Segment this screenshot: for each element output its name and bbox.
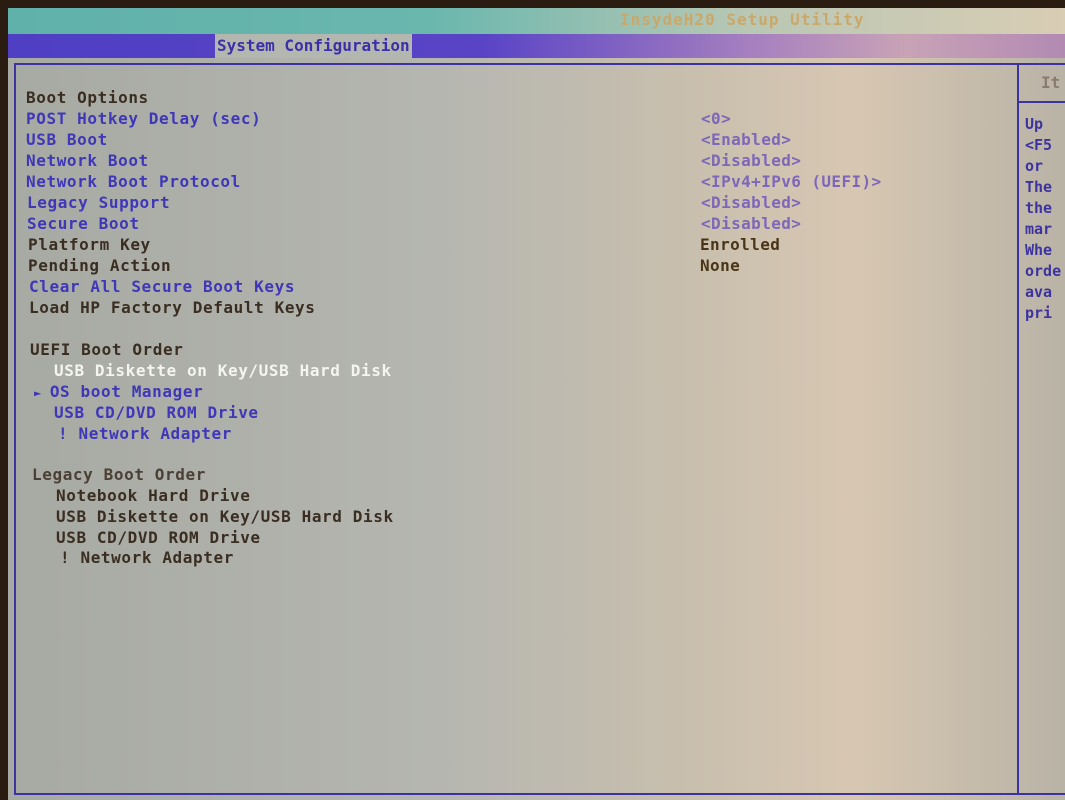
help-line: ava <box>1025 283 1053 301</box>
uefi-boot-item[interactable]: ! Network Adapter <box>58 424 232 443</box>
uefi-boot-item[interactable]: USB Diskette on Key/USB Hard Disk <box>54 361 392 380</box>
setting-network-boot[interactable]: Network Boot <box>26 151 149 170</box>
app-title: InsydeH20 Setup Utility <box>620 10 865 29</box>
help-line: or <box>1025 157 1044 175</box>
help-line: orde <box>1025 262 1062 280</box>
settings-panel: Boot Options POST Hotkey Delay (sec) <0>… <box>14 63 1019 795</box>
bios-screen: InsydeH20 Setup Utility System Configura… <box>8 8 1065 800</box>
help-line: Up <box>1025 115 1044 133</box>
tab-system-configuration[interactable]: System Configuration <box>215 34 412 58</box>
value-network-boot-protocol[interactable]: <IPv4+IPv6 (UEFI)> <box>701 172 882 191</box>
legacy-boot-item[interactable]: ! Network Adapter <box>60 548 234 567</box>
setting-network-boot-protocol[interactable]: Network Boot Protocol <box>26 172 241 191</box>
action-clear-secure-boot-keys[interactable]: Clear All Secure Boot Keys <box>29 277 295 296</box>
tab-bar: System Configuration <box>8 34 1065 58</box>
title-bar: InsydeH20 Setup Utility <box>8 8 1065 34</box>
setting-platform-key: Platform Key <box>28 235 151 254</box>
value-platform-key: Enrolled <box>700 235 781 254</box>
help-line: pri <box>1025 304 1053 322</box>
value-secure-boot[interactable]: <Disabled> <box>701 214 801 233</box>
uefi-boot-item[interactable]: USB CD/DVD ROM Drive <box>54 403 259 422</box>
legacy-boot-item[interactable]: USB Diskette on Key/USB Hard Disk <box>56 507 394 526</box>
value-post-hotkey-delay[interactable]: <0> <box>701 109 731 128</box>
help-line: mar <box>1025 220 1053 238</box>
legacy-boot-item[interactable]: Notebook Hard Drive <box>56 486 250 505</box>
help-line: the <box>1025 199 1053 217</box>
help-line: Whe <box>1025 241 1053 259</box>
help-line: The <box>1025 178 1053 196</box>
help-header: It <box>1019 65 1065 103</box>
action-load-hp-factory-keys[interactable]: Load HP Factory Default Keys <box>29 298 316 317</box>
value-network-boot[interactable]: <Disabled> <box>701 151 801 170</box>
value-usb-boot[interactable]: <Enabled> <box>701 130 791 149</box>
setting-post-hotkey-delay[interactable]: POST Hotkey Delay (sec) <box>26 109 261 128</box>
pointer-icon: ► <box>34 386 42 400</box>
section-uefi-boot-order: UEFI Boot Order <box>30 340 184 359</box>
legacy-boot-item[interactable]: USB CD/DVD ROM Drive <box>56 528 261 547</box>
value-pending-action: None <box>700 256 741 275</box>
section-boot-options: Boot Options <box>26 88 149 107</box>
section-legacy-boot-order: Legacy Boot Order <box>32 465 206 484</box>
uefi-boot-item-selected[interactable]: ► OS boot Manager <box>34 382 203 401</box>
help-line: <F5 <box>1025 136 1053 154</box>
setting-legacy-support[interactable]: Legacy Support <box>27 193 170 212</box>
setting-usb-boot[interactable]: USB Boot <box>26 130 108 149</box>
setting-secure-boot[interactable]: Secure Boot <box>27 214 140 233</box>
setting-pending-action: Pending Action <box>28 256 172 275</box>
uefi-boot-item-label: OS boot Manager <box>49 382 204 401</box>
help-panel: It Up <F5 or The the mar Whe orde ava pr… <box>1019 63 1065 795</box>
value-legacy-support[interactable]: <Disabled> <box>701 193 801 212</box>
